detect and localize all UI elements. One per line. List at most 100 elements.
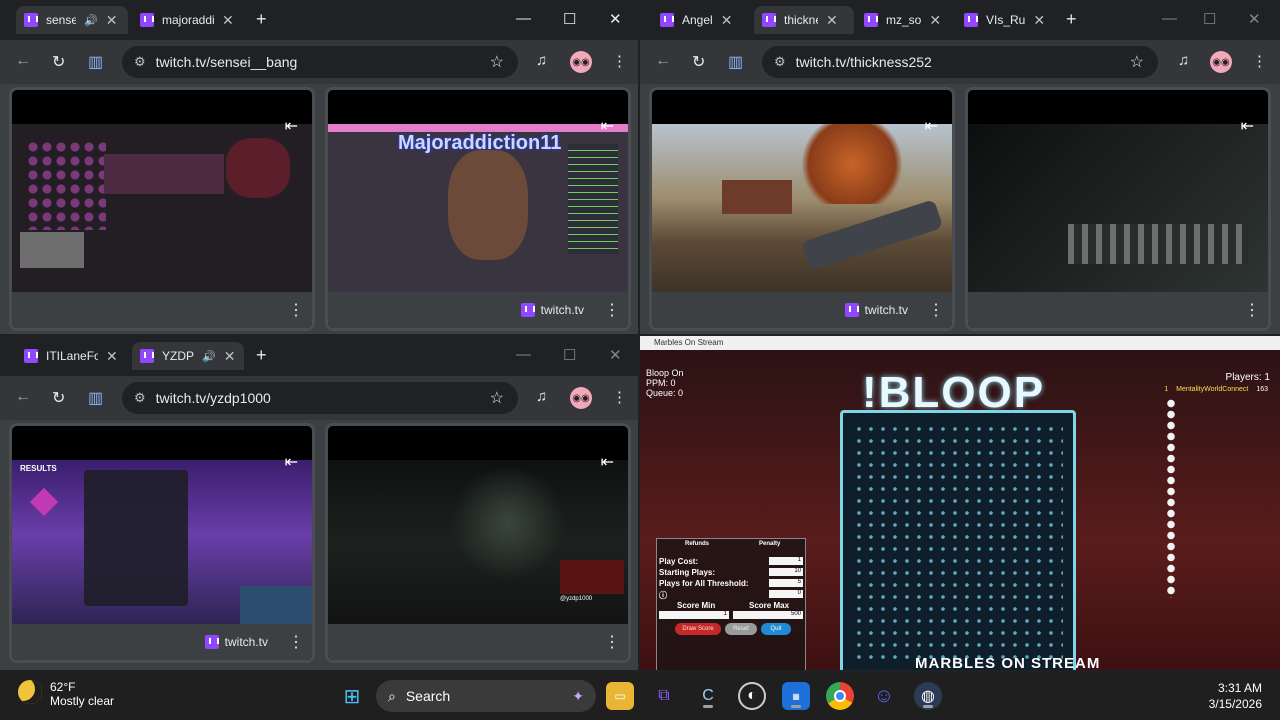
close-tab-icon[interactable]: ✕ [721, 12, 733, 29]
site-info-icon[interactable]: ⚙ [134, 390, 146, 406]
close-tab-icon[interactable]: ✕ [929, 12, 941, 29]
close-tab-icon[interactable]: ✕ [826, 12, 838, 29]
tile-menu-icon[interactable]: ⋮ [288, 632, 304, 652]
tab-itilanefo[interactable]: ITILaneFo ✕ [16, 342, 128, 370]
minimize-button[interactable]: — [516, 346, 531, 363]
close-window-button[interactable]: ✕ [1248, 10, 1261, 28]
tab-yzdp[interactable]: YZDP 🔊 ✕ [132, 342, 244, 370]
file-explorer-icon[interactable]: ▭ [606, 682, 634, 710]
tile-menu-icon[interactable]: ⋮ [1244, 300, 1260, 320]
stream-tile-3[interactable]: ⇤ twitch.tv ⋮ [649, 87, 955, 331]
obs-icon[interactable]: ◐ [738, 682, 766, 710]
maximize-button[interactable]: ☐ [1203, 10, 1216, 28]
back-to-tab-icon[interactable]: ⇤ [601, 452, 614, 472]
menu-icon[interactable]: ⋮ [1252, 52, 1267, 70]
tab-mz-so[interactable]: mz_so ✕ [856, 6, 956, 34]
back-icon[interactable]: ← [655, 52, 671, 70]
close-tab-icon[interactable]: ✕ [1033, 12, 1045, 29]
start-icon[interactable]: ⊞ [338, 682, 366, 710]
quit-button[interactable]: Quit [761, 623, 791, 635]
address-bar[interactable]: ⚙ twitch.tv/thickness252 ☆ [762, 46, 1158, 78]
draw-score-button[interactable]: Draw Score [675, 623, 721, 635]
close-window-button[interactable]: ✕ [609, 10, 622, 28]
menu-icon[interactable]: ⋮ [612, 388, 627, 406]
minimize-button[interactable]: — [516, 10, 531, 27]
stream-tile-5[interactable]: RESULTS ⇤ twitch.tv ⋮ [9, 423, 315, 663]
threshold-input[interactable]: 5 [769, 579, 803, 587]
stream-tile-4[interactable]: ⇤ ⋮ [965, 87, 1271, 331]
tab-sensei[interactable]: sensei__bang 🔊 ✕ [16, 6, 128, 34]
back-icon[interactable]: ← [15, 388, 31, 406]
maximize-button[interactable]: ☐ [563, 10, 576, 28]
app-icon[interactable]: ▦ [782, 682, 810, 710]
back-to-tab-icon[interactable]: ⇤ [285, 452, 298, 472]
bookmark-star-icon[interactable]: ☆ [490, 388, 504, 408]
game-app-icon[interactable]: ◍ [914, 682, 942, 710]
avatar[interactable]: ◉◉ [570, 51, 592, 73]
media-control-icon[interactable]: ♫ [536, 388, 547, 405]
taskbar-search[interactable]: ⌕ Search ✦ [376, 680, 596, 712]
site-info-icon[interactable]: ⚙ [774, 54, 786, 70]
system-clock[interactable]: 3:31 AM 3/15/2026 [1209, 680, 1262, 712]
back-icon[interactable]: ← [15, 52, 31, 70]
source-tag[interactable]: twitch.tv [510, 294, 594, 326]
tab-majoraddiction[interactable]: majoraddiction11 ✕ [132, 6, 244, 34]
back-to-tab-icon[interactable]: ⇤ [1241, 116, 1254, 136]
media-control-icon[interactable]: ♫ [1178, 52, 1189, 69]
tab-thickness[interactable]: thickness252 ✕ [754, 6, 854, 34]
speaker-icon[interactable]: 🔊 [84, 14, 98, 27]
speaker-icon[interactable]: 🔊 [202, 350, 216, 363]
close-tab-icon[interactable]: ✕ [106, 348, 118, 365]
split-view-icon[interactable]: ▥ [728, 52, 743, 72]
split-view-icon[interactable]: ▥ [88, 388, 103, 408]
stream-app-icon[interactable]: ⧉ [650, 682, 678, 710]
back-to-tab-icon[interactable]: ⇤ [285, 116, 298, 136]
back-to-tab-icon[interactable]: ⇤ [925, 116, 938, 136]
ccleaner-icon[interactable]: C [694, 682, 722, 710]
address-bar[interactable]: ⚙ twitch.tv/sensei__bang ☆ [122, 46, 518, 78]
new-tab-button[interactable]: + [256, 345, 267, 366]
source-tag[interactable]: twitch.tv [834, 294, 918, 326]
tile-menu-icon[interactable]: ⋮ [604, 300, 620, 320]
stream-tile-2[interactable]: Majoraddiction11 ⇤ twitch.tv ⋮ [325, 87, 631, 331]
minimize-button[interactable]: — [1162, 10, 1177, 27]
close-tab-icon[interactable]: ✕ [224, 348, 236, 365]
reset-button[interactable]: Reset [725, 623, 757, 635]
tile-menu-icon[interactable]: ⋮ [288, 300, 304, 320]
source-tag[interactable]: twitch.tv [194, 626, 278, 658]
menu-icon[interactable]: ⋮ [612, 52, 627, 70]
new-tab-button[interactable]: + [1066, 9, 1077, 30]
reload-icon[interactable]: ↻ [692, 52, 705, 72]
play-cost-input[interactable]: 1 [769, 557, 803, 565]
search-highlight-icon: ✦ [572, 687, 584, 704]
address-bar[interactable]: ⚙ twitch.tv/yzdp1000 ☆ [122, 382, 518, 414]
bookmark-star-icon[interactable]: ☆ [1130, 52, 1144, 72]
maximize-button[interactable]: ☐ [563, 346, 576, 364]
stream-tile-1[interactable]: ⇤ ⋮ [9, 87, 315, 331]
avatar[interactable]: ◉◉ [1210, 51, 1232, 73]
close-tab-icon[interactable]: ✕ [222, 12, 234, 29]
weather-widget[interactable]: 62°F Mostly clear [18, 680, 114, 708]
discord-icon[interactable]: ☺ [870, 682, 898, 710]
site-info-icon[interactable]: ⚙ [134, 54, 146, 70]
score-min-input[interactable]: 1 [659, 611, 729, 619]
close-tab-icon[interactable]: ✕ [106, 12, 118, 29]
chrome-icon[interactable] [826, 682, 854, 710]
reload-icon[interactable]: ↻ [52, 52, 65, 72]
avatar[interactable]: ◉◉ [570, 387, 592, 409]
stream-tile-6[interactable]: @yzdp1000 ⇤ ⋮ [325, 423, 631, 663]
split-view-icon[interactable]: ▥ [88, 52, 103, 72]
media-control-icon[interactable]: ♫ [536, 52, 547, 69]
close-window-button[interactable]: ✕ [609, 346, 622, 364]
score-max-input[interactable]: 500 [733, 611, 803, 619]
extra-input[interactable]: 0 [769, 590, 803, 598]
tab-vis-ru[interactable]: VIs_Ru ✕ [956, 6, 1056, 34]
tab-angel[interactable]: Angel ✕ [652, 6, 752, 34]
new-tab-button[interactable]: + [256, 9, 267, 30]
reload-icon[interactable]: ↻ [52, 388, 65, 408]
bookmark-star-icon[interactable]: ☆ [490, 52, 504, 72]
tile-menu-icon[interactable]: ⋮ [604, 632, 620, 652]
back-to-tab-icon[interactable]: ⇤ [601, 116, 614, 136]
starting-plays-input[interactable]: 10 [769, 568, 803, 576]
tile-menu-icon[interactable]: ⋮ [928, 300, 944, 320]
